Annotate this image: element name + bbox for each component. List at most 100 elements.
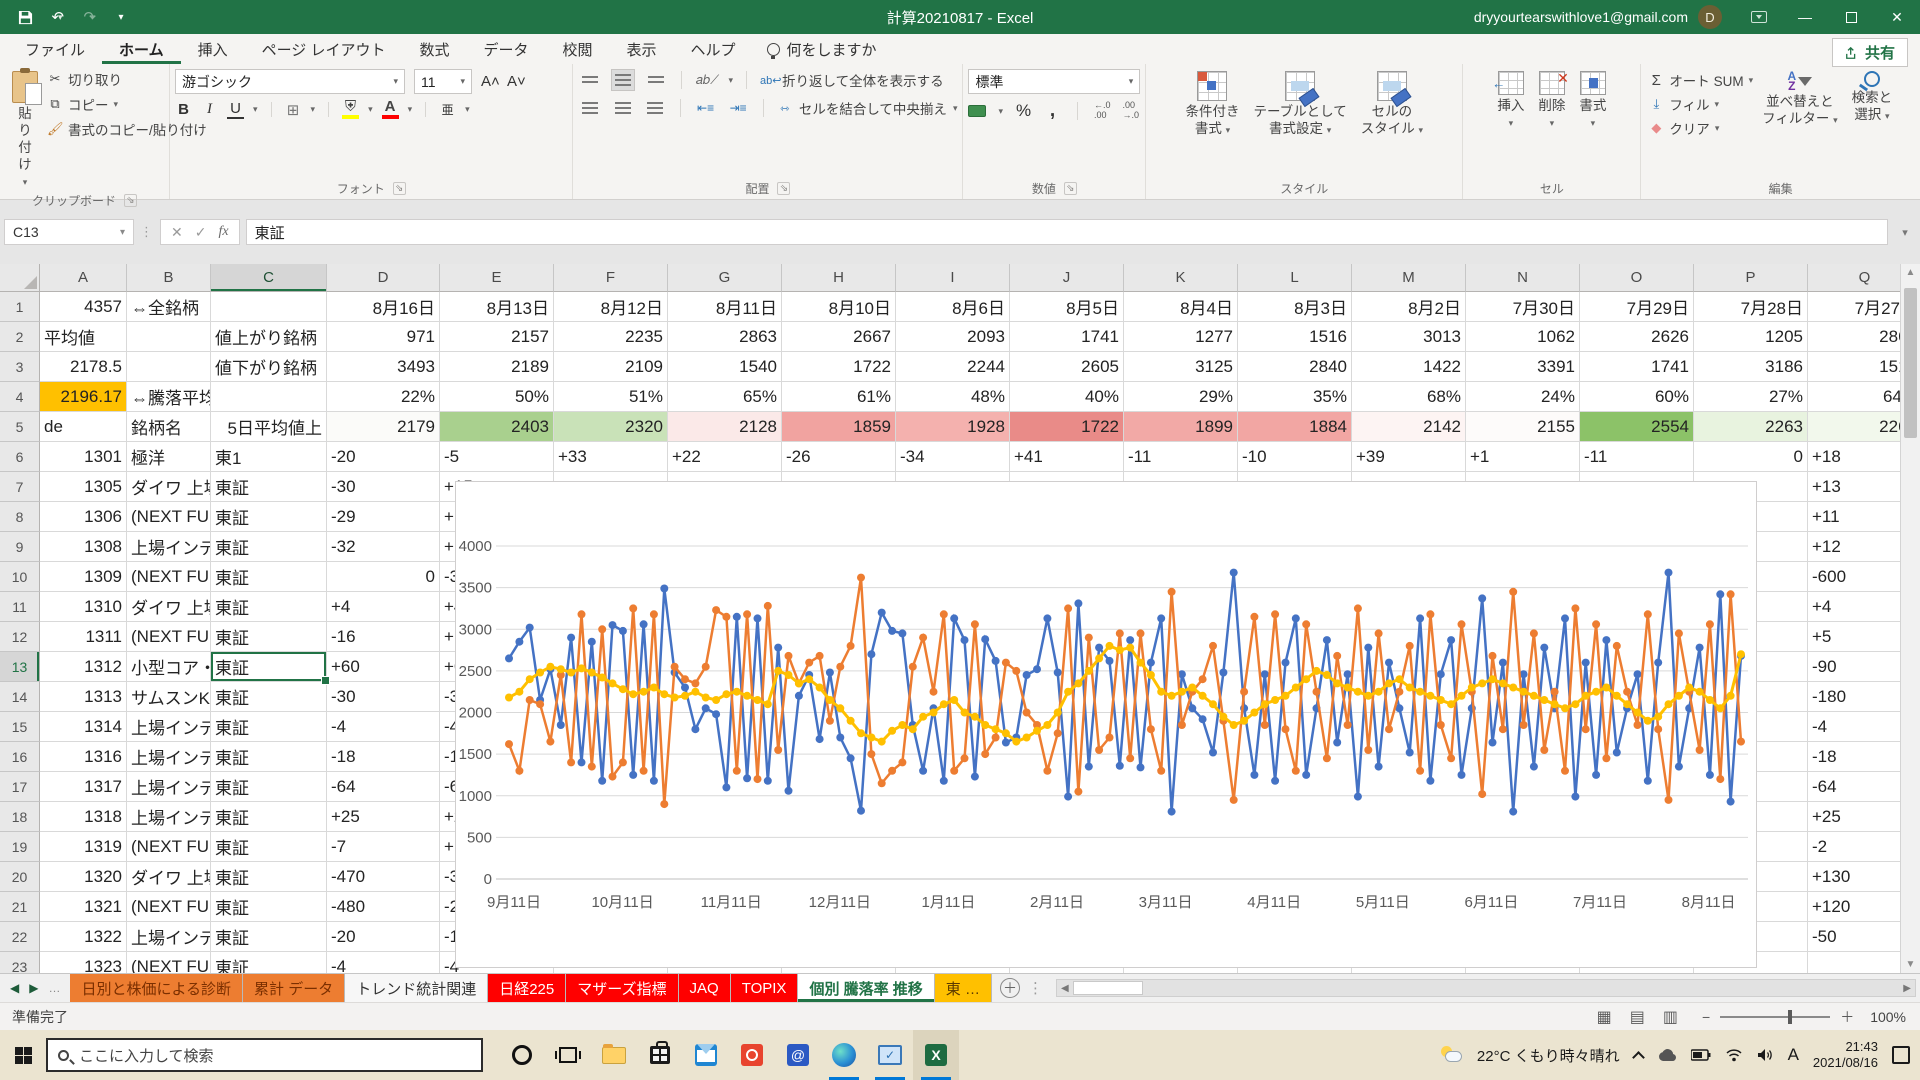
enter-formula-icon[interactable]: ✓ xyxy=(195,224,207,241)
row-header-22[interactable]: 22 xyxy=(0,922,40,952)
name-box[interactable]: C13▾ xyxy=(4,219,134,245)
cell-H1[interactable]: 8月10日 xyxy=(782,292,896,322)
ribbon-tab-ファイル[interactable]: ファイル xyxy=(8,34,102,64)
cell-Q7[interactable]: +13 xyxy=(1808,472,1900,502)
vertical-scrollbar[interactable]: ▲ ▼ xyxy=(1900,264,1920,973)
font-size-select[interactable]: 11▾ xyxy=(414,69,472,94)
cell-C7[interactable]: 東証 xyxy=(211,472,327,502)
cell-C3[interactable]: 値下がり銘柄 xyxy=(211,352,327,382)
horizontal-scrollbar[interactable]: ◀ ▶ xyxy=(1056,979,1916,997)
cell-Q4[interactable]: 64% xyxy=(1808,382,1900,412)
cell-Q6[interactable]: +18 xyxy=(1808,442,1900,472)
cell-O5[interactable]: 2554 xyxy=(1580,412,1694,442)
formula-bar-splitter[interactable]: ⋮ xyxy=(140,224,154,240)
cell-D15[interactable]: -4 xyxy=(327,712,440,742)
cell-D18[interactable]: +25 xyxy=(327,802,440,832)
cell-D1[interactable]: 8月16日 xyxy=(327,292,440,322)
cell-E5[interactable]: 2403 xyxy=(440,412,554,442)
row-header-21[interactable]: 21 xyxy=(0,892,40,922)
cell-D17[interactable]: -64 xyxy=(327,772,440,802)
cell-D12[interactable]: -16 xyxy=(327,622,440,652)
cell-B1[interactable]: ⇔全銘柄 xyxy=(127,292,211,322)
sheet-tab-日経225[interactable]: 日経225 xyxy=(488,974,566,1002)
sheet-tab-個別-騰落率-推移[interactable]: 個別 騰落率 推移 xyxy=(798,974,934,1002)
italic-icon[interactable]: I xyxy=(201,101,218,118)
cell-L3[interactable]: 2840 xyxy=(1238,352,1352,382)
cell-J5[interactable]: 1722 xyxy=(1010,412,1124,442)
scroll-down-icon[interactable]: ▼ xyxy=(1906,959,1916,970)
zoom-in-icon[interactable]: ＋ xyxy=(1840,1007,1854,1027)
conditional-formatting-button[interactable]: 条件付き書式 ▾ xyxy=(1178,67,1246,178)
cell-Q18[interactable]: +25 xyxy=(1808,802,1900,832)
cell-K3[interactable]: 3125 xyxy=(1124,352,1238,382)
row-header-1[interactable]: 1 xyxy=(0,292,40,322)
expand-formula-bar-icon[interactable]: ▾ xyxy=(1894,226,1916,239)
minimize-icon[interactable]: — xyxy=(1782,0,1828,34)
cell-A18[interactable]: 1318 xyxy=(40,802,127,832)
cell-A21[interactable]: 1321 xyxy=(40,892,127,922)
align-middle-icon[interactable] xyxy=(611,69,635,91)
increase-font-icon[interactable]: A˄ xyxy=(481,73,498,90)
row-header-13[interactable]: 13 xyxy=(0,652,40,682)
cell-G4[interactable]: 65% xyxy=(668,382,782,412)
increase-indent-icon[interactable]: ⇥≡ xyxy=(726,97,749,119)
ribbon-tab-データ[interactable]: データ xyxy=(466,34,545,64)
comma-icon[interactable]: , xyxy=(1044,100,1061,122)
weather-icon[interactable] xyxy=(1439,1046,1463,1064)
cell-C11[interactable]: 東証 xyxy=(211,592,327,622)
sheet-tab-東-…[interactable]: 東 … xyxy=(935,974,992,1002)
row-header-17[interactable]: 17 xyxy=(0,772,40,802)
cell-K1[interactable]: 8月4日 xyxy=(1124,292,1238,322)
cell-D5[interactable]: 2179 xyxy=(327,412,440,442)
align-center-icon[interactable] xyxy=(611,97,634,119)
cell-P5[interactable]: 2263 xyxy=(1694,412,1808,442)
column-header-D[interactable]: D xyxy=(327,264,440,292)
save-icon[interactable] xyxy=(10,2,40,32)
cell-K2[interactable]: 1277 xyxy=(1124,322,1238,352)
cell-Q15[interactable]: -4 xyxy=(1808,712,1900,742)
cell-Q1[interactable]: 7月27日 xyxy=(1808,292,1900,322)
news-app-icon[interactable] xyxy=(729,1030,775,1080)
cell-L4[interactable]: 35% xyxy=(1238,382,1352,412)
cell-A15[interactable]: 1314 xyxy=(40,712,127,742)
cell-N1[interactable]: 7月30日 xyxy=(1466,292,1580,322)
cell-Q14[interactable]: -180 xyxy=(1808,682,1900,712)
cell-H4[interactable]: 61% xyxy=(782,382,896,412)
cell-Q13[interactable]: -90 xyxy=(1808,652,1900,682)
ribbon-tab-校閲[interactable]: 校閲 xyxy=(546,34,610,64)
column-header-G[interactable]: G xyxy=(668,264,782,292)
cell-A23[interactable]: 1323 xyxy=(40,952,127,973)
borders-icon[interactable]: ⊞ xyxy=(285,101,302,119)
cell-M2[interactable]: 3013 xyxy=(1352,322,1466,352)
cell-F6[interactable]: +33 xyxy=(554,442,668,472)
cell-A14[interactable]: 1313 xyxy=(40,682,127,712)
cell-C13[interactable]: 東証 xyxy=(211,652,327,682)
cell-Q16[interactable]: -18 xyxy=(1808,742,1900,772)
cell-D13[interactable]: +60 xyxy=(327,652,440,682)
cell-N2[interactable]: 1062 xyxy=(1466,322,1580,352)
cell-A19[interactable]: 1319 xyxy=(40,832,127,862)
cell-D23[interactable]: -4 xyxy=(327,952,440,973)
sheet-tab-マザーズ指標[interactable]: マザーズ指標 xyxy=(566,974,678,1002)
cell-D16[interactable]: -18 xyxy=(327,742,440,772)
orientation-icon[interactable]: 𝑎𝑏⟋ xyxy=(695,69,719,91)
cell-D19[interactable]: -7 xyxy=(327,832,440,862)
tray-expand-icon[interactable] xyxy=(1632,1051,1645,1064)
sheet-tab-TOPIX[interactable]: TOPIX xyxy=(731,974,799,1002)
cell-D9[interactable]: -32 xyxy=(327,532,440,562)
column-header-E[interactable]: E xyxy=(440,264,554,292)
cell-B5[interactable]: 銘柄名 xyxy=(127,412,211,442)
font-dialog-launcher-icon[interactable]: ⇘ xyxy=(393,182,406,195)
clipboard-dialog-launcher-icon[interactable]: ⇘ xyxy=(124,194,137,207)
maximize-icon[interactable] xyxy=(1828,0,1874,34)
find-select-button[interactable]: 検索と選択 ▾ xyxy=(1845,67,1900,178)
row-header-11[interactable]: 11 xyxy=(0,592,40,622)
cell-B13[interactable]: 小型コア・ xyxy=(127,652,211,682)
column-header-H[interactable]: H xyxy=(782,264,896,292)
column-header-J[interactable]: J xyxy=(1010,264,1124,292)
phonetic-icon[interactable]: 亜 xyxy=(439,101,456,118)
microsoft-store-icon[interactable] xyxy=(637,1030,683,1080)
cell-A1[interactable]: 4357 xyxy=(40,292,127,322)
cell-D22[interactable]: -20 xyxy=(327,922,440,952)
cell-C23[interactable]: 東証 xyxy=(211,952,327,973)
